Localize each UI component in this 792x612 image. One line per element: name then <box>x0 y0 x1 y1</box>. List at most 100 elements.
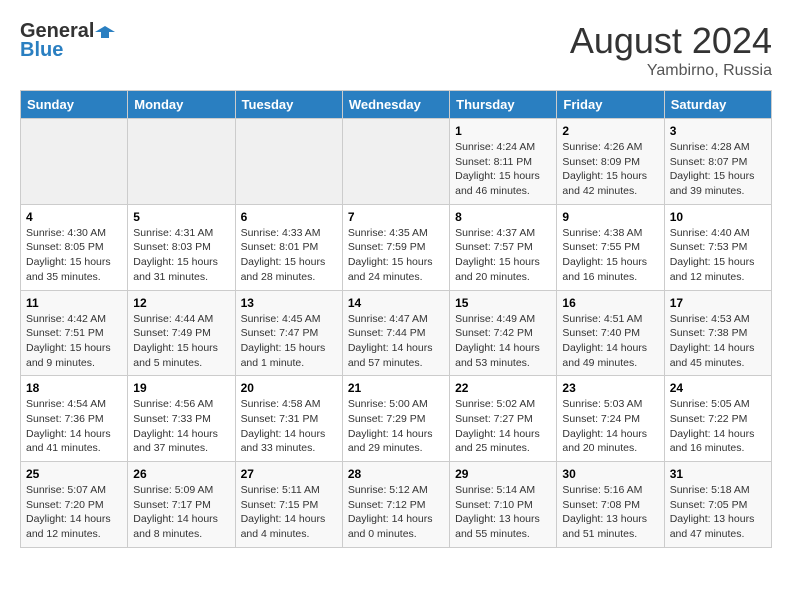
calendar-cell: 8Sunrise: 4:37 AM Sunset: 7:57 PM Daylig… <box>450 204 557 290</box>
calendar-cell: 20 Sunrise: 4:58 AM Sunset: 7:31 PM Dayli… <box>235 376 342 462</box>
day-number: 14 <box>348 296 444 310</box>
calendar-header-row: SundayMondayTuesdayWednesdayThursdayFrid… <box>21 91 772 119</box>
day-content: Sunrise: 4:51 AM Sunset: 7:40 PM Dayligh… <box>562 312 658 371</box>
col-header-saturday: Saturday <box>664 91 771 119</box>
day-number: 26 <box>133 467 229 481</box>
day-number: 3 <box>670 124 766 138</box>
calendar-cell: 12 Sunrise: 4:44 AM Sunset: 7:49 PM Dayli… <box>128 290 235 376</box>
calendar-cell: 7 Sunrise: 4:35 AM Sunset: 7:59 PM Daylig… <box>342 204 449 290</box>
calendar-cell: 22 Sunrise: 5:02 AM Sunset: 7:27 PM Dayli… <box>450 376 557 462</box>
day-number: 24 <box>670 381 766 395</box>
calendar-week-row: 18 Sunrise: 4:54 AM Sunset: 7:36 PM Dayli… <box>21 376 772 462</box>
calendar-cell: 25 Sunrise: 5:07 AM Sunset: 7:20 PM Dayli… <box>21 462 128 548</box>
col-header-tuesday: Tuesday <box>235 91 342 119</box>
day-number: 17 <box>670 296 766 310</box>
day-number: 5 <box>133 210 229 224</box>
calendar-cell: 19Sunrise: 4:56 AM Sunset: 7:33 PM Dayli… <box>128 376 235 462</box>
day-number: 13 <box>241 296 337 310</box>
day-content: Sunrise: 5:00 AM Sunset: 7:29 PM Dayligh… <box>348 397 444 456</box>
day-content: Sunrise: 4:49 AM Sunset: 7:42 PM Dayligh… <box>455 312 551 371</box>
day-content: Sunrise: 5:07 AM Sunset: 7:20 PM Dayligh… <box>26 483 122 542</box>
month-year-title: August 2024 <box>570 20 772 62</box>
day-number: 11 <box>26 296 122 310</box>
day-number: 21 <box>348 381 444 395</box>
day-content: Sunrise: 4:30 AM Sunset: 8:05 PM Dayligh… <box>26 226 122 285</box>
calendar-cell: 15 Sunrise: 4:49 AM Sunset: 7:42 PM Dayli… <box>450 290 557 376</box>
day-content: Sunrise: 5:11 AM Sunset: 7:15 PM Dayligh… <box>241 483 337 542</box>
day-content: Sunrise: 4:54 AM Sunset: 7:36 PM Dayligh… <box>26 397 122 456</box>
day-number: 15 <box>455 296 551 310</box>
calendar-cell: 27 Sunrise: 5:11 AM Sunset: 7:15 PM Dayli… <box>235 462 342 548</box>
day-number: 20 <box>241 381 337 395</box>
day-content: Sunrise: 5:02 AM Sunset: 7:27 PM Dayligh… <box>455 397 551 456</box>
day-content: Sunrise: 5:09 AM Sunset: 7:17 PM Dayligh… <box>133 483 229 542</box>
col-header-monday: Monday <box>128 91 235 119</box>
calendar-cell: 18 Sunrise: 4:54 AM Sunset: 7:36 PM Dayli… <box>21 376 128 462</box>
day-content: Sunrise: 5:18 AM Sunset: 7:05 PM Dayligh… <box>670 483 766 542</box>
calendar-cell: 13Sunrise: 4:45 AM Sunset: 7:47 PM Dayli… <box>235 290 342 376</box>
day-number: 12 <box>133 296 229 310</box>
calendar-cell: 11Sunrise: 4:42 AM Sunset: 7:51 PM Dayli… <box>21 290 128 376</box>
day-content: Sunrise: 4:35 AM Sunset: 7:59 PM Dayligh… <box>348 226 444 285</box>
calendar-cell <box>128 119 235 205</box>
day-content: Sunrise: 5:12 AM Sunset: 7:12 PM Dayligh… <box>348 483 444 542</box>
col-header-thursday: Thursday <box>450 91 557 119</box>
day-number: 23 <box>562 381 658 395</box>
day-number: 25 <box>26 467 122 481</box>
day-content: Sunrise: 4:47 AM Sunset: 7:44 PM Dayligh… <box>348 312 444 371</box>
logo-bird-icon <box>95 22 115 42</box>
day-content: Sunrise: 4:58 AM Sunset: 7:31 PM Dayligh… <box>241 397 337 456</box>
calendar-cell: 28 Sunrise: 5:12 AM Sunset: 7:12 PM Dayli… <box>342 462 449 548</box>
calendar-cell: 6Sunrise: 4:33 AM Sunset: 8:01 PM Daylig… <box>235 204 342 290</box>
day-content: Sunrise: 4:40 AM Sunset: 7:53 PM Dayligh… <box>670 226 766 285</box>
day-content: Sunrise: 5:16 AM Sunset: 7:08 PM Dayligh… <box>562 483 658 542</box>
day-number: 7 <box>348 210 444 224</box>
day-number: 31 <box>670 467 766 481</box>
day-number: 4 <box>26 210 122 224</box>
calendar-table: SundayMondayTuesdayWednesdayThursdayFrid… <box>20 90 772 548</box>
calendar-cell: 14 Sunrise: 4:47 AM Sunset: 7:44 PM Dayli… <box>342 290 449 376</box>
calendar-cell: 3 Sunrise: 4:28 AM Sunset: 8:07 PM Daylig… <box>664 119 771 205</box>
col-header-friday: Friday <box>557 91 664 119</box>
day-number: 18 <box>26 381 122 395</box>
calendar-cell <box>21 119 128 205</box>
calendar-week-row: 1Sunrise: 4:24 AM Sunset: 8:11 PM Daylig… <box>21 119 772 205</box>
day-content: Sunrise: 5:05 AM Sunset: 7:22 PM Dayligh… <box>670 397 766 456</box>
calendar-cell: 23 Sunrise: 5:03 AM Sunset: 7:24 PM Dayli… <box>557 376 664 462</box>
day-content: Sunrise: 4:31 AM Sunset: 8:03 PM Dayligh… <box>133 226 229 285</box>
calendar-week-row: 11Sunrise: 4:42 AM Sunset: 7:51 PM Dayli… <box>21 290 772 376</box>
day-number: 30 <box>562 467 658 481</box>
col-header-sunday: Sunday <box>21 91 128 119</box>
day-number: 9 <box>562 210 658 224</box>
calendar-week-row: 25 Sunrise: 5:07 AM Sunset: 7:20 PM Dayli… <box>21 462 772 548</box>
page-header: General Blue August 2024 Yambirno, Russi… <box>20 20 772 80</box>
calendar-cell: 16 Sunrise: 4:51 AM Sunset: 7:40 PM Dayli… <box>557 290 664 376</box>
day-number: 16 <box>562 296 658 310</box>
logo-blue: Blue <box>20 39 63 62</box>
title-block: August 2024 Yambirno, Russia <box>570 20 772 80</box>
calendar-cell: 29Sunrise: 5:14 AM Sunset: 7:10 PM Dayli… <box>450 462 557 548</box>
day-number: 2 <box>562 124 658 138</box>
day-number: 28 <box>348 467 444 481</box>
day-content: Sunrise: 4:28 AM Sunset: 8:07 PM Dayligh… <box>670 140 766 199</box>
calendar-cell <box>342 119 449 205</box>
location-subtitle: Yambirno, Russia <box>570 62 772 80</box>
calendar-cell: 26 Sunrise: 5:09 AM Sunset: 7:17 PM Dayli… <box>128 462 235 548</box>
calendar-cell: 31 Sunrise: 5:18 AM Sunset: 7:05 PM Dayli… <box>664 462 771 548</box>
day-number: 29 <box>455 467 551 481</box>
day-content: Sunrise: 4:53 AM Sunset: 7:38 PM Dayligh… <box>670 312 766 371</box>
day-number: 10 <box>670 210 766 224</box>
calendar-cell: 17 Sunrise: 4:53 AM Sunset: 7:38 PM Dayli… <box>664 290 771 376</box>
day-content: Sunrise: 5:03 AM Sunset: 7:24 PM Dayligh… <box>562 397 658 456</box>
day-number: 27 <box>241 467 337 481</box>
day-content: Sunrise: 4:44 AM Sunset: 7:49 PM Dayligh… <box>133 312 229 371</box>
day-content: Sunrise: 4:33 AM Sunset: 8:01 PM Dayligh… <box>241 226 337 285</box>
day-number: 22 <box>455 381 551 395</box>
calendar-cell: 5 Sunrise: 4:31 AM Sunset: 8:03 PM Daylig… <box>128 204 235 290</box>
calendar-cell: 1Sunrise: 4:24 AM Sunset: 8:11 PM Daylig… <box>450 119 557 205</box>
col-header-wednesday: Wednesday <box>342 91 449 119</box>
day-content: Sunrise: 4:37 AM Sunset: 7:57 PM Dayligh… <box>455 226 551 285</box>
calendar-cell <box>235 119 342 205</box>
calendar-cell: 30 Sunrise: 5:16 AM Sunset: 7:08 PM Dayli… <box>557 462 664 548</box>
calendar-cell: 2Sunrise: 4:26 AM Sunset: 8:09 PM Daylig… <box>557 119 664 205</box>
